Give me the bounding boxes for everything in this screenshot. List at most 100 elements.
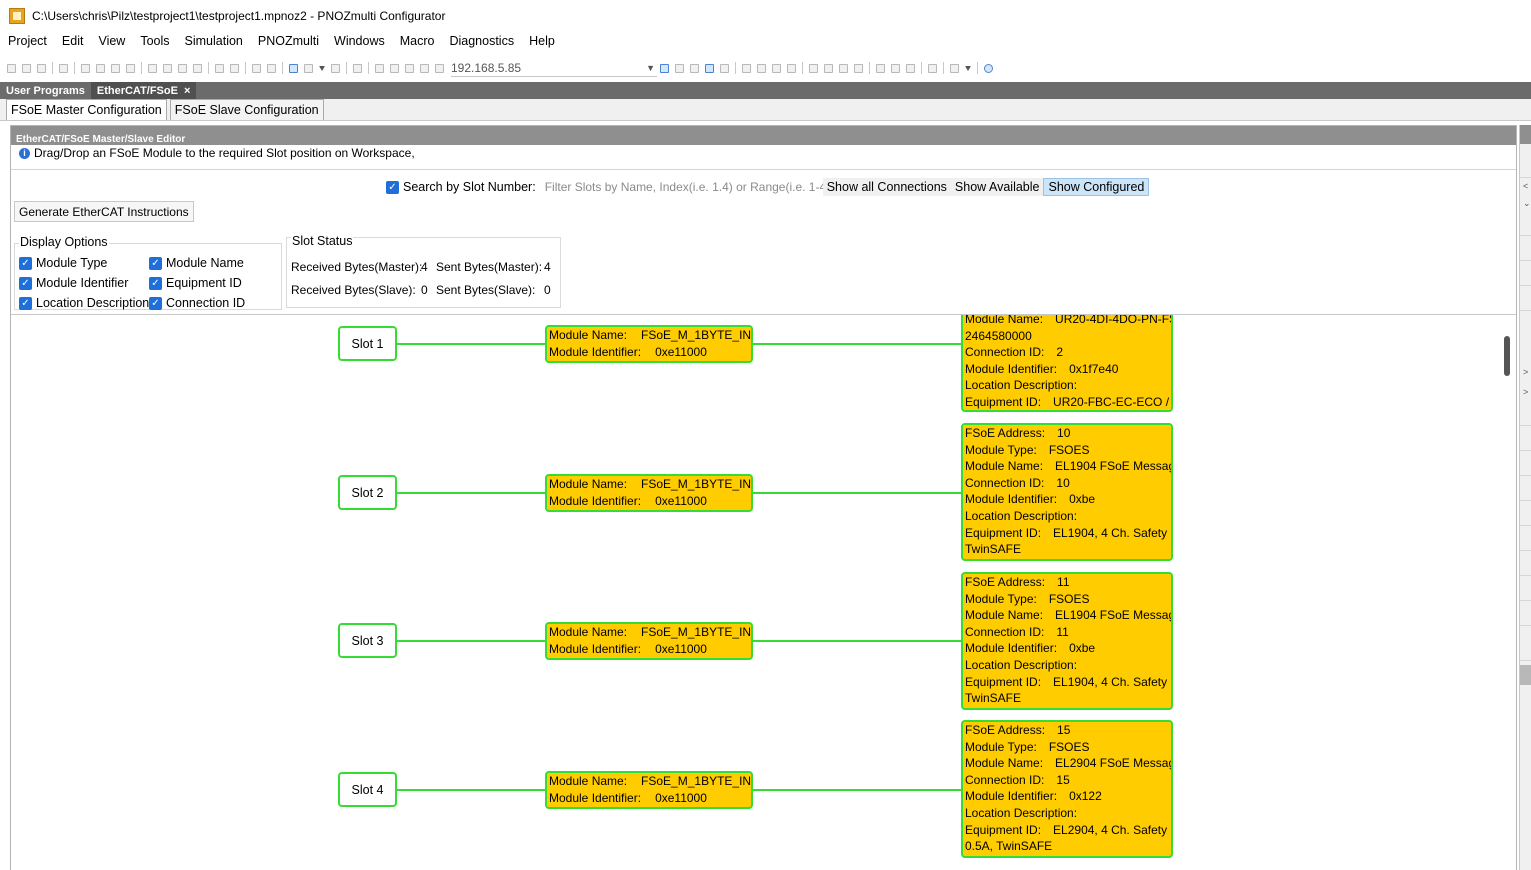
sync-icon[interactable] <box>928 63 937 73</box>
slave-module-box[interactable]: Module Name: UR20-4DI-4DO-PN-FSE 24645800… <box>961 315 1173 412</box>
chevron-down-icon[interactable]: ▼ <box>646 63 655 73</box>
search-by-slot-checkbox[interactable]: ✓ <box>386 180 399 194</box>
scrollbar-thumb[interactable] <box>1504 336 1510 376</box>
tab-fsoe-master-configuration[interactable]: FSoE Master Configuration <box>6 99 167 120</box>
generate-ethercat-instructions-button[interactable]: Generate EtherCAT Instructions <box>14 201 194 222</box>
module-type-checkbox[interactable]: ✓ <box>19 256 32 270</box>
cut-icon[interactable] <box>148 63 157 73</box>
undo-icon[interactable] <box>215 63 224 73</box>
delete-icon[interactable] <box>193 63 202 73</box>
slot-1-node[interactable]: Slot 1 <box>338 326 397 361</box>
export-icon[interactable] <box>891 63 900 73</box>
menu-help[interactable]: Help <box>521 34 562 48</box>
user-settings-icon[interactable] <box>772 63 781 73</box>
menu-macro[interactable]: Macro <box>392 34 442 48</box>
menu-tools[interactable]: Tools <box>132 34 176 48</box>
refresh-icon[interactable] <box>331 63 340 73</box>
save-icon[interactable] <box>37 63 46 73</box>
menu-diagnostics[interactable]: Diagnostics <box>441 34 521 48</box>
module-name-checkbox[interactable]: ✓ <box>149 256 162 270</box>
show-all-connections-button[interactable]: Show all Connections <box>822 178 951 196</box>
tab-ethercat-fsoe[interactable]: EtherCAT/FSoE × <box>90 82 197 99</box>
find-icon[interactable] <box>809 63 818 73</box>
online-icon[interactable] <box>660 63 669 73</box>
chevron-down-icon[interactable]: ⌄ <box>1523 198 1531 209</box>
chevron-right-icon[interactable]: > <box>1523 367 1528 377</box>
chevron-right-icon[interactable]: > <box>1523 387 1528 397</box>
connection-id-checkbox[interactable]: ✓ <box>149 296 162 310</box>
monitor-icon[interactable] <box>435 63 444 73</box>
master-module-box[interactable]: Module Name: FSoE_M_1BYTE_IN_1B Module Id… <box>545 622 753 660</box>
lock-icon[interactable] <box>111 63 120 73</box>
master-module-box[interactable]: Module Name: FSoE_M_1BYTE_IN_1B Module Id… <box>545 771 753 809</box>
report-icon[interactable] <box>876 63 885 73</box>
find-next-icon[interactable] <box>824 63 833 73</box>
copy-icon[interactable] <box>81 63 90 73</box>
list-icon[interactable] <box>720 63 729 73</box>
master-module-box[interactable]: Module Name: FSoE_M_1BYTE_IN_1B Module Id… <box>545 474 753 512</box>
user-icon[interactable] <box>742 63 751 73</box>
slot-workspace[interactable]: Slot 1 Module Name: FSoE_M_1BYTE_IN_1B Mo… <box>11 315 1516 870</box>
show-available-button[interactable]: Show Available <box>950 178 1044 196</box>
layout-icon[interactable] <box>304 63 313 73</box>
show-configured-button[interactable]: Show Configured <box>1043 178 1150 196</box>
arrow-icon[interactable] <box>126 63 135 73</box>
module-type-option[interactable]: ✓ Module Type <box>19 256 107 270</box>
menu-windows[interactable]: Windows <box>326 34 392 48</box>
equipment-id-option[interactable]: ✓ Equipment ID <box>149 276 242 290</box>
module-identifier-checkbox[interactable]: ✓ <box>19 276 32 290</box>
help-icon[interactable] <box>984 63 993 73</box>
find-replace-icon[interactable] <box>839 63 848 73</box>
image-icon[interactable] <box>906 63 915 73</box>
module-name-option[interactable]: ✓ Module Name <box>149 256 244 270</box>
copy2-icon[interactable] <box>163 63 172 73</box>
slot-3-node[interactable]: Slot 3 <box>338 623 397 658</box>
upload-icon[interactable] <box>405 63 414 73</box>
slave-module-box[interactable]: FSoE Address: 15 Module Type: FSOES Module… <box>961 720 1173 858</box>
connection-id-option[interactable]: ✓ Connection ID <box>149 296 245 310</box>
paste-icon[interactable] <box>96 63 105 73</box>
compare-icon[interactable] <box>420 63 429 73</box>
workspace-scrollbar[interactable] <box>1502 315 1516 870</box>
new-file-icon[interactable] <box>7 63 16 73</box>
close-icon[interactable]: × <box>184 85 190 97</box>
options-icon[interactable] <box>950 63 959 73</box>
slave-module-box[interactable]: FSoE Address: 10 Module Type: FSOES Module… <box>961 423 1173 561</box>
menu-view[interactable]: View <box>90 34 132 48</box>
network-icon[interactable] <box>375 63 384 73</box>
slot-2-node[interactable]: Slot 2 <box>338 475 397 510</box>
equipment-id-checkbox[interactable]: ✓ <box>149 276 162 290</box>
location-description-option[interactable]: ✓ Location Description <box>19 296 149 310</box>
dropdown-arrow-icon[interactable] <box>965 65 971 71</box>
slot-4-node[interactable]: Slot 4 <box>338 772 397 807</box>
dropdown-arrow-icon[interactable] <box>319 65 325 71</box>
right-docked-panel[interactable]: < ⌄ > > <box>1519 125 1531 870</box>
download-icon[interactable] <box>390 63 399 73</box>
slot-filter-input[interactable]: Filter Slots by Name, Index(i.e. 1.4) or… <box>545 178 823 196</box>
redo-icon[interactable] <box>230 63 239 73</box>
menu-simulation[interactable]: Simulation <box>177 34 250 48</box>
print-icon[interactable] <box>59 63 68 73</box>
zoom-out-icon[interactable] <box>267 63 276 73</box>
zoom-in-icon[interactable] <box>252 63 261 73</box>
paste2-icon[interactable] <box>178 63 187 73</box>
diagnostic-chart-icon[interactable] <box>705 63 714 73</box>
menu-edit[interactable]: Edit <box>54 34 91 48</box>
master-module-box[interactable]: Module Name: FSoE_M_1BYTE_IN_1B Module Id… <box>545 325 753 363</box>
user-remove-icon[interactable] <box>787 63 796 73</box>
module-icon[interactable] <box>854 63 863 73</box>
menu-pnozmulti[interactable]: PNOZmulti <box>250 34 326 48</box>
tab-fsoe-slave-configuration[interactable]: FSoE Slave Configuration <box>169 99 324 120</box>
play-icon[interactable] <box>675 63 684 73</box>
tab-user-programs[interactable]: User Programs <box>0 82 91 99</box>
chevron-left-icon[interactable]: < <box>1523 181 1528 191</box>
slave-module-box[interactable]: FSoE Address: 11 Module Type: FSOES Module… <box>961 572 1173 710</box>
open-file-icon[interactable] <box>22 63 31 73</box>
ip-address-combo[interactable]: 192.168.5.85 ▼ <box>451 60 657 77</box>
stop-icon[interactable] <box>690 63 699 73</box>
connect-icon[interactable] <box>289 63 298 73</box>
location-description-checkbox[interactable]: ✓ <box>19 296 32 310</box>
menu-project[interactable]: Project <box>0 34 54 48</box>
module-identifier-option[interactable]: ✓ Module Identifier <box>19 276 128 290</box>
users-icon[interactable] <box>757 63 766 73</box>
